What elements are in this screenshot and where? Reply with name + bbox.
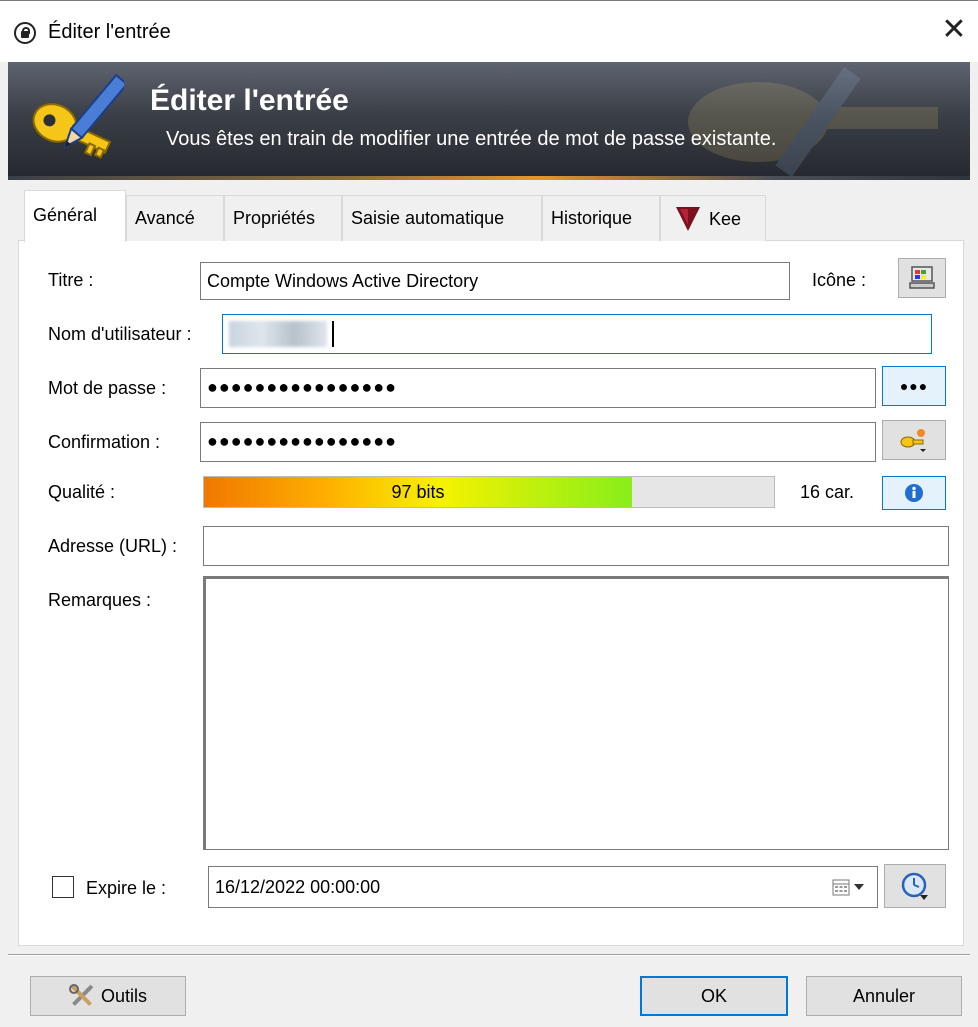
ok-button[interactable]: OK	[640, 976, 788, 1016]
close-button[interactable]: ✕	[938, 14, 970, 46]
kee-icon	[676, 206, 700, 231]
tab-label: Kee	[709, 208, 742, 229]
show-password-button[interactable]: ●●●	[882, 366, 946, 406]
confirm-password-input[interactable]: ●●●●●●●●●●●●●●●●	[200, 422, 876, 462]
password-input[interactable]: ●●●●●●●●●●●●●●●●	[200, 368, 876, 408]
banner-stripe	[8, 176, 970, 180]
calendar-icon	[832, 879, 850, 896]
text-caret	[332, 321, 335, 347]
header-banner	[8, 62, 970, 178]
blurred-username	[229, 321, 327, 347]
tab-history[interactable]: Historique	[542, 195, 660, 241]
expires-label: Expire le :	[86, 878, 167, 898]
tab-label: Propriétés	[233, 208, 316, 228]
quality-bits: 97 bits	[391, 482, 445, 502]
title-input[interactable]: Compte Windows Active Directory	[200, 262, 790, 300]
tab-properties[interactable]: Propriétés	[224, 195, 342, 241]
clock-icon	[901, 872, 928, 900]
tab-advanced[interactable]: Avancé	[126, 195, 224, 241]
window-title: Éditer l'entrée	[48, 21, 171, 43]
char-count: 16 car.	[800, 482, 855, 502]
url-input[interactable]	[203, 526, 949, 566]
tab-auto-type[interactable]: Saisie automatique	[342, 195, 542, 241]
password-generator-button[interactable]	[882, 420, 946, 460]
cancel-button[interactable]: Annuler	[806, 976, 962, 1016]
tools-label: Outils	[100, 985, 147, 1006]
tools-icon	[68, 984, 94, 1006]
icon-label: Icône :	[812, 270, 867, 290]
quality-label: Qualité :	[48, 482, 116, 502]
tab-general[interactable]: Général	[24, 190, 126, 242]
tab-kee[interactable]: Kee	[660, 195, 766, 241]
footer-separator-highlight	[8, 955, 970, 956]
password-label: Mot de passe :	[48, 378, 167, 398]
key-pencil-icon	[32, 74, 124, 159]
tab-label: Général	[33, 205, 98, 225]
monitor-icon	[909, 266, 935, 289]
expiry-date-picker[interactable]: 16/12/2022 00:00:00	[208, 866, 878, 908]
banner-watermark-icon	[688, 67, 938, 177]
expiry-date-value: 16/12/2022 00:00:00	[215, 877, 381, 897]
keepass-lock-icon	[14, 22, 36, 44]
calendar-dropdown[interactable]	[832, 876, 872, 898]
tab-label: Historique	[551, 208, 633, 228]
url-label: Adresse (URL) :	[48, 536, 178, 556]
key-generator-icon	[900, 429, 926, 452]
banner-title: Éditer l'entrée	[150, 84, 349, 117]
quality-info-button[interactable]	[882, 476, 946, 510]
notes-label: Remarques :	[48, 590, 152, 610]
notes-textarea[interactable]	[203, 576, 949, 850]
info-icon	[905, 484, 923, 502]
expires-checkbox[interactable]	[52, 876, 74, 898]
confirm-label: Confirmation :	[48, 432, 161, 452]
banner-subtitle: Vous êtes en train de modifier une entré…	[166, 128, 777, 150]
expiry-presets-button[interactable]	[884, 864, 946, 908]
tab-label: Saisie automatique	[351, 208, 505, 228]
username-input[interactable]	[222, 314, 932, 354]
tools-button[interactable]: Outils	[30, 976, 186, 1016]
icon-picker-button[interactable]	[898, 258, 946, 298]
chevron-down-icon	[854, 884, 864, 890]
tab-label: Avancé	[135, 208, 195, 228]
username-label: Nom d'utilisateur :	[48, 324, 192, 344]
title-label: Titre :	[48, 270, 94, 290]
